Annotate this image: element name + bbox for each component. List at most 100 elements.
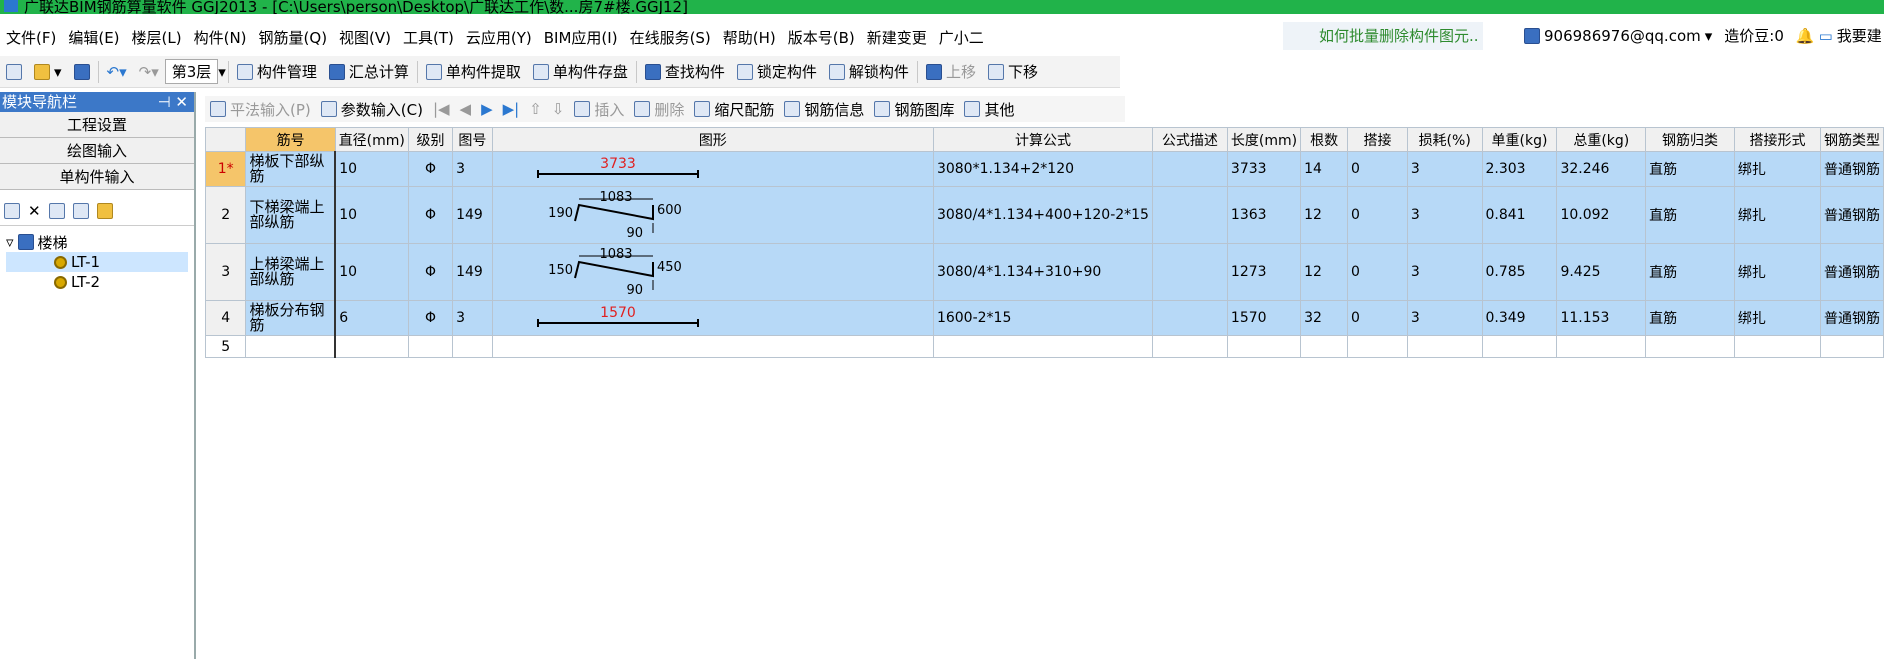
menu-item-11[interactable]: 版本号(B)	[782, 27, 861, 48]
cell-lap[interactable]: 0	[1347, 243, 1408, 301]
nav-arrow-icon-0[interactable]: |◀	[428, 100, 455, 118]
delete-icon[interactable]: ✕	[28, 202, 41, 220]
cell-fig[interactable]: 149	[452, 186, 493, 244]
cell-uw[interactable]	[1481, 335, 1558, 358]
cell-shape[interactable]: 3733	[491, 151, 934, 187]
cell-type[interactable]: 普通钢筋	[1820, 243, 1884, 301]
cell-tw[interactable]	[1556, 335, 1647, 358]
cell-type[interactable]: 普通钢筋	[1820, 300, 1884, 336]
column-header-13[interactable]: 钢筋归类	[1645, 127, 1735, 152]
cell-name[interactable]: 上梯梁端上部纵筋	[245, 243, 337, 301]
column-header-0[interactable]: 筋号	[245, 127, 336, 152]
help-label[interactable]: 我要建	[1837, 22, 1882, 50]
column-header-5[interactable]: 计算公式	[932, 127, 1153, 152]
cell-count[interactable]: 12	[1300, 243, 1349, 301]
toolbar-button-8[interactable]: 下移	[982, 61, 1044, 82]
menu-item-2[interactable]: 楼层(L)	[126, 27, 188, 48]
nav-arrow-icon-1[interactable]: ◀	[455, 100, 477, 118]
floor-dropdown-icon[interactable]: ▾	[218, 63, 226, 81]
cell-cat[interactable]: 直筋	[1645, 151, 1735, 187]
menu-item-6[interactable]: 工具(T)	[397, 27, 460, 48]
open-file-icon[interactable]: ▾	[28, 63, 68, 81]
column-header-2[interactable]: 级别	[407, 127, 454, 152]
save-icon[interactable]	[68, 63, 96, 80]
column-header-4[interactable]: 图形	[491, 127, 934, 152]
table-row[interactable]: 5	[204, 335, 1884, 358]
cell-shape[interactable]: 1083 190 600 90	[491, 186, 934, 244]
cell-type[interactable]	[1820, 335, 1884, 358]
nav-section-single-member-input[interactable]: 单构件输入	[0, 164, 194, 190]
paste-icon[interactable]	[72, 202, 89, 219]
column-header-11[interactable]: 单重(kg)	[1481, 127, 1558, 152]
row-number[interactable]: 4	[204, 300, 247, 336]
nav-pin-close[interactable]: ⊣ ✕	[158, 92, 188, 112]
cell-loss[interactable]: 3	[1406, 243, 1483, 301]
undo-icon[interactable]: ↶▾	[101, 63, 133, 81]
cell-lap[interactable]: 0	[1347, 186, 1408, 244]
toolbar-button-5[interactable]: 锁定构件	[731, 61, 823, 82]
cell-lapform[interactable]	[1733, 335, 1822, 358]
cell-cat[interactable]: 直筋	[1645, 300, 1735, 336]
cell-lap[interactable]: 0	[1347, 300, 1408, 336]
toolbar-button-0[interactable]: 构件管理	[231, 61, 323, 82]
row-number[interactable]: 3	[204, 243, 247, 301]
cell-shape[interactable]: 1570	[491, 300, 934, 336]
edit-button-4[interactable]: 缩尺配筋	[689, 99, 779, 120]
cell-cat[interactable]	[1645, 335, 1735, 358]
cell-desc[interactable]	[1151, 186, 1228, 244]
cell-cat[interactable]: 直筋	[1645, 186, 1735, 244]
cell-dia[interactable]	[334, 335, 409, 358]
cell-formula[interactable]	[932, 335, 1153, 358]
cell-grade[interactable]: Φ	[407, 300, 454, 336]
menu-item-1[interactable]: 编辑(E)	[62, 27, 125, 48]
column-header-15[interactable]: 钢筋类型	[1820, 127, 1884, 152]
cell-shape[interactable]: 1083 150 450 90	[491, 243, 934, 301]
menu-item-8[interactable]: BIM应用(I)	[538, 27, 624, 48]
account-email[interactable]: 906986976@qq.com	[1544, 22, 1701, 50]
column-header-3[interactable]: 图号	[452, 127, 493, 152]
cell-len[interactable]: 1363	[1226, 186, 1302, 244]
toolbar-button-7[interactable]: 上移	[920, 61, 982, 82]
cell-fig[interactable]: 149	[452, 243, 493, 301]
row-number[interactable]: 5	[204, 335, 247, 358]
column-header-12[interactable]: 总重(kg)	[1556, 127, 1647, 152]
column-header-8[interactable]: 根数	[1300, 127, 1349, 152]
cell-lapform[interactable]: 绑扎	[1733, 186, 1822, 244]
column-header-6[interactable]: 公式描述	[1151, 127, 1228, 152]
nav-arrow-icon-4[interactable]: ⇧	[524, 100, 547, 118]
menu-item-7[interactable]: 云应用(Y)	[460, 27, 538, 48]
cell-fig[interactable]: 3	[452, 300, 493, 336]
cell-grade[interactable]: Φ	[407, 186, 454, 244]
cell-name[interactable]	[245, 335, 337, 358]
dropdown-icon[interactable]: ▾	[1705, 22, 1713, 50]
cell-len[interactable]	[1226, 335, 1302, 358]
cell-shape[interactable]	[491, 335, 934, 358]
cell-tw[interactable]: 10.092	[1556, 186, 1647, 244]
menu-item-3[interactable]: 构件(N)	[188, 27, 253, 48]
cell-grade[interactable]: Φ	[407, 243, 454, 301]
cell-loss[interactable]: 3	[1406, 186, 1483, 244]
cell-count[interactable]: 32	[1300, 300, 1349, 336]
cell-len[interactable]: 3733	[1226, 151, 1302, 187]
cell-count[interactable]: 12	[1300, 186, 1349, 244]
menu-item-4[interactable]: 钢筋量(Q)	[253, 27, 334, 48]
cell-formula[interactable]: 3080/4*1.134+310+90	[932, 243, 1153, 301]
cell-desc[interactable]	[1151, 151, 1228, 187]
cell-lapform[interactable]: 绑扎	[1733, 243, 1822, 301]
edit-button-1[interactable]: 参数输入(C)	[316, 99, 428, 120]
table-row[interactable]: 1* 梯板下部纵筋 10 Φ 3 3733 3080*1.134+2*120 3733 14 0 3…	[204, 151, 1884, 187]
cell-dia[interactable]: 6	[334, 300, 409, 336]
column-header-1[interactable]: 直径(mm)	[334, 127, 409, 152]
column-header-10[interactable]: 损耗(%)	[1406, 127, 1483, 152]
row-number[interactable]: 1*	[204, 151, 247, 187]
copy-icon[interactable]	[48, 202, 65, 219]
hint-search[interactable]: 如何批量删除构件图元..	[1283, 22, 1483, 50]
edit-button-0[interactable]: 平法输入(P)	[205, 99, 316, 120]
cell-fig[interactable]: 3	[452, 151, 493, 187]
cell-tw[interactable]: 11.153	[1556, 300, 1647, 336]
cell-tw[interactable]: 9.425	[1556, 243, 1647, 301]
toolbar-button-4[interactable]: 查找构件	[639, 61, 731, 82]
toolbar-button-6[interactable]: 解锁构件	[823, 61, 915, 82]
edit-button-3[interactable]: 删除	[629, 99, 689, 120]
cell-cat[interactable]: 直筋	[1645, 243, 1735, 301]
